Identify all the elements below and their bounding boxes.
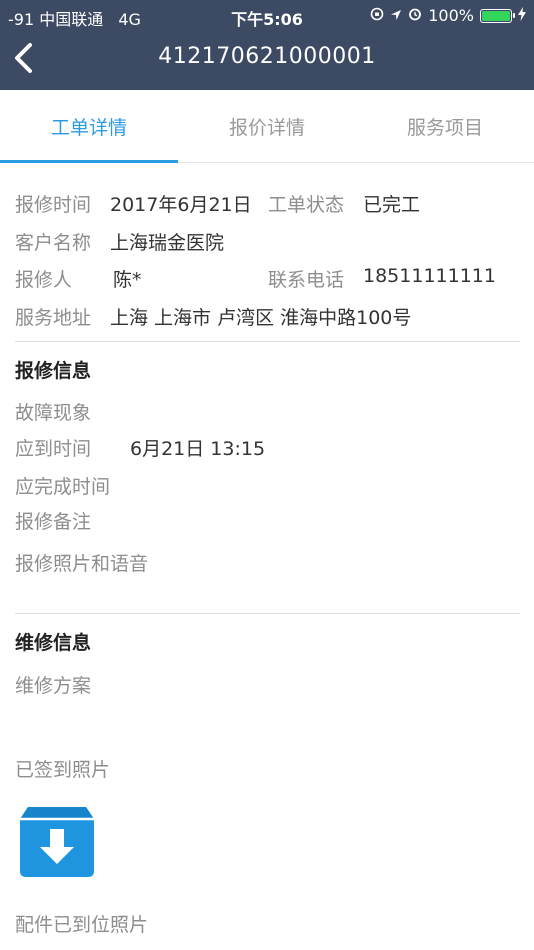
due-time-value: 6月21日 13:15: [130, 438, 266, 460]
repair-time-row: 报修时间 2017年6月21日: [15, 190, 252, 217]
phone-label: 联系电话: [268, 269, 345, 291]
customer-row: 客户名称 上海瑞金医院: [15, 228, 224, 255]
phone-row: 联系电话 18511111111: [268, 265, 496, 292]
tab-order-details[interactable]: 工单详情: [0, 96, 178, 160]
remarks-label: 报修备注: [15, 511, 92, 533]
plan-label: 维修方案: [15, 675, 92, 697]
checkin-photos-label: 已签到照片: [15, 759, 111, 781]
due-time-row: 应到时间 6月21日 13:15: [15, 434, 265, 461]
battery-icon: [480, 8, 515, 23]
address-value: 上海 上海市 卢湾区 淮海中路100号: [110, 307, 412, 329]
address-label: 服务地址: [15, 307, 92, 329]
phone-value[interactable]: 18511111111: [363, 265, 496, 287]
location-icon: [390, 6, 402, 25]
tab-service-items[interactable]: 服务项目: [356, 96, 534, 160]
order-status-value: 已完工: [363, 194, 421, 216]
order-status-label: 工单状态: [268, 194, 345, 216]
divider: [15, 613, 520, 614]
divider: [15, 341, 520, 342]
battery-percent: 100%: [428, 6, 474, 25]
customer-label: 客户名称: [15, 232, 92, 254]
repair-info-title: 报修信息: [15, 360, 92, 382]
order-status-row: 工单状态 已完工: [268, 190, 420, 217]
top-bar: -91 中国联通 4G 下午5:06 100% 412170621000001: [0, 0, 534, 90]
screen: -91 中国联通 4G 下午5:06 100% 412170621000001 …: [0, 0, 534, 950]
reporter-value: 陈*: [113, 269, 142, 291]
fault-label: 故障现象: [15, 402, 92, 424]
repair-time-label: 报修时间: [15, 194, 92, 216]
maintenance-info-title: 维修信息: [15, 632, 92, 654]
tab-quote-details[interactable]: 报价详情: [178, 96, 356, 160]
status-right: 100%: [370, 6, 526, 25]
parts-photos-label: 配件已到位照片: [15, 914, 149, 936]
page-title: 412170621000001: [158, 44, 376, 69]
alarm-icon: [408, 6, 422, 25]
status-bar: -91 中国联通 4G 下午5:06 100%: [0, 0, 534, 30]
tab-bar: 工单详情 报价详情 服务项目: [0, 96, 534, 163]
reporter-row: 报修人 陈*: [15, 265, 142, 292]
charging-icon: [518, 6, 526, 25]
battery-fill: [482, 10, 510, 21]
due-complete-label: 应完成时间: [15, 476, 111, 498]
due-time-label: 应到时间: [15, 438, 92, 460]
reporter-label: 报修人: [15, 269, 73, 291]
address-row: 服务地址 上海 上海市 卢湾区 淮海中路100号: [15, 303, 411, 330]
download-box-icon[interactable]: [18, 801, 96, 879]
nav-bar: 412170621000001: [0, 30, 534, 90]
repair-time-value: 2017年6月21日: [110, 194, 252, 216]
active-tab-indicator: [0, 160, 178, 163]
lock-rotation-icon: [370, 6, 384, 25]
repair-photos-label: 报修照片和语音: [15, 553, 149, 575]
customer-value: 上海瑞金医院: [110, 232, 225, 254]
